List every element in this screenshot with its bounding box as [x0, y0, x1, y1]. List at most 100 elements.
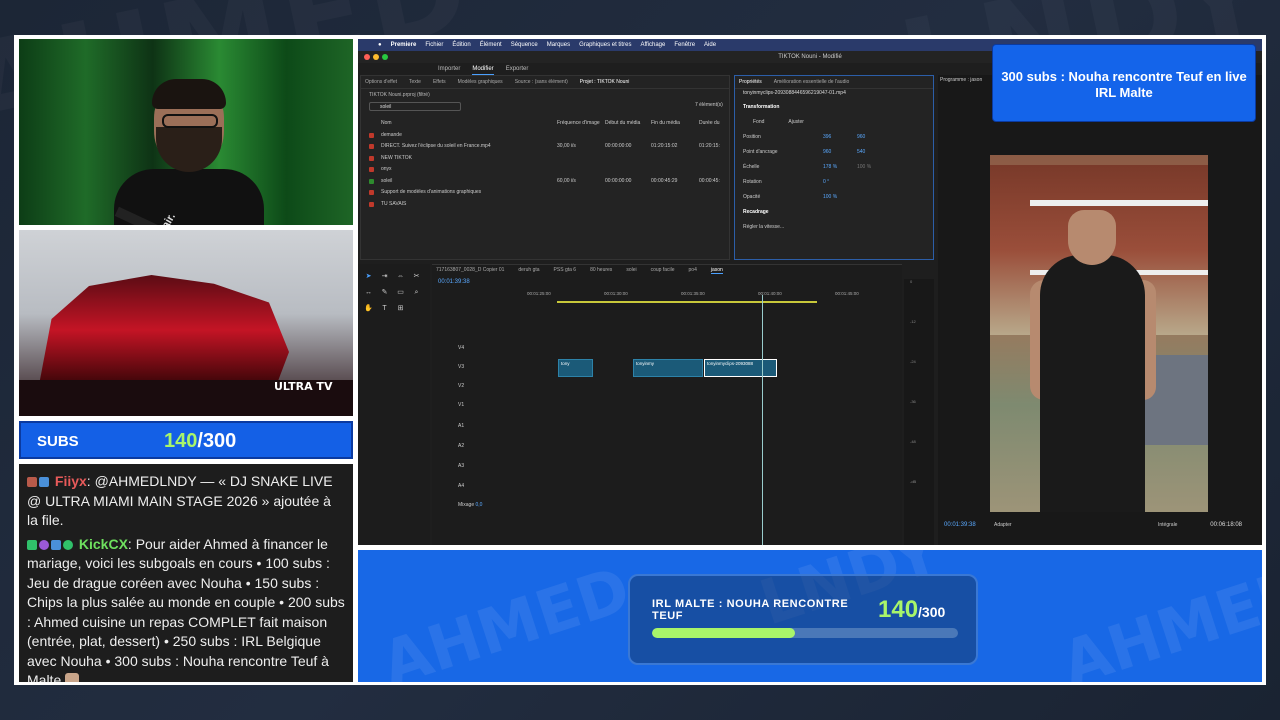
apple-icon[interactable]: ● [378, 42, 382, 48]
track-v4[interactable]: V4 [438, 345, 464, 351]
track-v3[interactable]: V3 [438, 364, 464, 370]
list-item[interactable]: demande [369, 130, 729, 142]
menu-sequence[interactable]: Séquence [511, 42, 538, 48]
sequence-tab[interactable]: deruh gta [518, 267, 539, 274]
transform-section[interactable]: Transformation [743, 100, 933, 115]
scale-value-2[interactable]: 100 % [857, 160, 871, 175]
sequence-tab-active[interactable]: jason [710, 267, 723, 274]
track-select-icon[interactable]: ⇥ [380, 272, 389, 281]
menu-view[interactable]: Affichage [640, 42, 665, 48]
tab-project[interactable]: Projet : TIKTOK Nouni [580, 79, 630, 85]
tab-effect-options[interactable]: Options d'effet [365, 79, 397, 85]
chat-username[interactable]: KickCX [79, 536, 128, 552]
track-a3[interactable]: A3 [438, 463, 464, 469]
sequence-tab[interactable]: 80 heures [590, 267, 612, 274]
fit-button[interactable]: Ajuster [788, 119, 804, 125]
item-name: soleil [381, 177, 393, 184]
tab-effects[interactable]: Effets [433, 79, 446, 85]
sequence-tab[interactable]: coup facile [651, 267, 675, 274]
quality-select[interactable]: Intégrale [1158, 522, 1177, 528]
track-a1[interactable]: A1 [438, 423, 464, 429]
program-monitor: Programme : jason 00:01:39:38 Adapter In… [938, 75, 1262, 545]
menu-markers[interactable]: Marques [547, 42, 570, 48]
opacity-value[interactable]: 100 % [823, 190, 837, 205]
label-color [369, 201, 374, 207]
search-input[interactable]: soleil [369, 102, 461, 111]
timeline-clip[interactable]: tonyinmy [633, 359, 703, 377]
list-header: Nom Fréquence d'image Début du média Fin… [369, 118, 729, 130]
menu-help[interactable]: Aide [704, 42, 716, 48]
minimize-icon[interactable] [373, 54, 379, 60]
sequence-tab[interactable]: PSS gta 6 [554, 267, 577, 274]
fond-button[interactable]: Fond [753, 119, 764, 125]
sequence-tab[interactable]: 717163807_0028_D Copier 01 [436, 267, 504, 274]
program-timecode[interactable]: 00:01:39:38 [944, 522, 976, 528]
type-icon[interactable]: T [380, 304, 389, 313]
menu-window[interactable]: Fenêtre [674, 42, 695, 48]
sequence-tab[interactable]: solei [626, 267, 636, 274]
tab-export[interactable]: Exporter [506, 63, 529, 75]
position-x[interactable]: 396 [823, 130, 831, 145]
tab-text[interactable]: Texte [409, 79, 421, 85]
hand-icon[interactable]: ✋ [364, 304, 373, 313]
list-item[interactable]: onyx [369, 164, 729, 176]
meter-tick: -36 [910, 399, 916, 404]
scale-value[interactable]: 178 % [823, 160, 837, 175]
list-item[interactable]: soleil 60,00 i/s 00:00:00:00 00:00:45:29 00:… [369, 176, 729, 188]
tab-properties[interactable]: Propriétés [739, 79, 762, 85]
col-fps[interactable]: Fréquence d'image [557, 118, 600, 130]
user-badge-icon [39, 477, 49, 487]
crop-section[interactable]: Recadrage [743, 205, 933, 220]
speed-button[interactable]: Régler la vitesse... [743, 220, 933, 235]
track-a2[interactable]: A2 [438, 443, 464, 449]
list-item[interactable]: DIRECT. Suivez l'éclipse du soleil en Fr… [369, 141, 729, 153]
track-v2[interactable]: V2 [438, 383, 464, 389]
col-duration[interactable]: Durée du [699, 118, 720, 130]
menu-clip[interactable]: Élément [480, 42, 502, 48]
list-item[interactable]: NEW TIKTOK [369, 153, 729, 165]
sequence-tab[interactable]: po4 [689, 267, 697, 274]
menu-edit[interactable]: Édition [452, 42, 470, 48]
work-area-bar[interactable] [557, 301, 817, 303]
tab-source[interactable]: Source : (sans élément) [515, 79, 568, 85]
fit-select[interactable]: Adapter [994, 522, 1012, 528]
audio-meter: 0 -12 -24 -36 -48 -dB [904, 279, 934, 545]
item-name: TU SAVAIS [381, 200, 407, 207]
track-a4[interactable]: A4 [438, 483, 464, 489]
timeline-timecode[interactable]: 00:01:39:38 [438, 279, 470, 285]
chat-username[interactable]: Fiiyx [55, 473, 87, 489]
col-start[interactable]: Début du média [605, 118, 640, 130]
selection-tool-icon[interactable]: ➤ [364, 272, 373, 281]
rotation-value[interactable]: 0 ° [823, 175, 829, 190]
maximize-icon[interactable] [382, 54, 388, 60]
position-y[interactable]: 960 [857, 130, 865, 145]
menu-file[interactable]: Fichier [425, 42, 443, 48]
pen-icon[interactable]: ✎ [380, 288, 389, 297]
track-v1[interactable]: V1 [438, 402, 464, 408]
razor-icon[interactable]: ✂ [412, 272, 421, 281]
zoom-icon[interactable]: ⌕ [412, 288, 421, 297]
menu-graphics[interactable]: Graphiques et titres [579, 42, 631, 48]
col-end[interactable]: Fin du média [651, 118, 680, 130]
grid-icon[interactable]: ⊞ [396, 304, 405, 313]
timeline-clip[interactable]: tony [558, 359, 593, 377]
anchor-x[interactable]: 960 [823, 145, 831, 160]
list-item[interactable]: Support de modèles d'animations graphiqu… [369, 187, 729, 199]
timeline-clip-selected[interactable]: tonyinmyclips-2093088 [704, 359, 777, 377]
col-name[interactable]: Nom [381, 118, 392, 130]
tab-import[interactable]: Importer [438, 63, 460, 75]
playhead[interactable] [762, 295, 763, 545]
ripple-icon[interactable]: ⇔ [396, 272, 405, 281]
close-icon[interactable] [364, 54, 370, 60]
tab-essential-audio[interactable]: Amélioration essentielle de l'audio [774, 79, 849, 85]
tab-graphic-templates[interactable]: Modèles graphiques [458, 79, 503, 85]
anchor-y[interactable]: 540 [857, 145, 865, 160]
rotation-label: Rotation [743, 179, 762, 185]
rect-icon[interactable]: ▭ [396, 288, 405, 297]
stage-visual [39, 275, 289, 385]
tab-edit[interactable]: Modifier [472, 63, 494, 75]
list-item[interactable]: TU SAVAIS [369, 199, 729, 211]
menu-app[interactable]: Premiere [391, 42, 417, 48]
label-color [369, 167, 374, 172]
slip-icon[interactable]: ↔ [364, 288, 373, 297]
